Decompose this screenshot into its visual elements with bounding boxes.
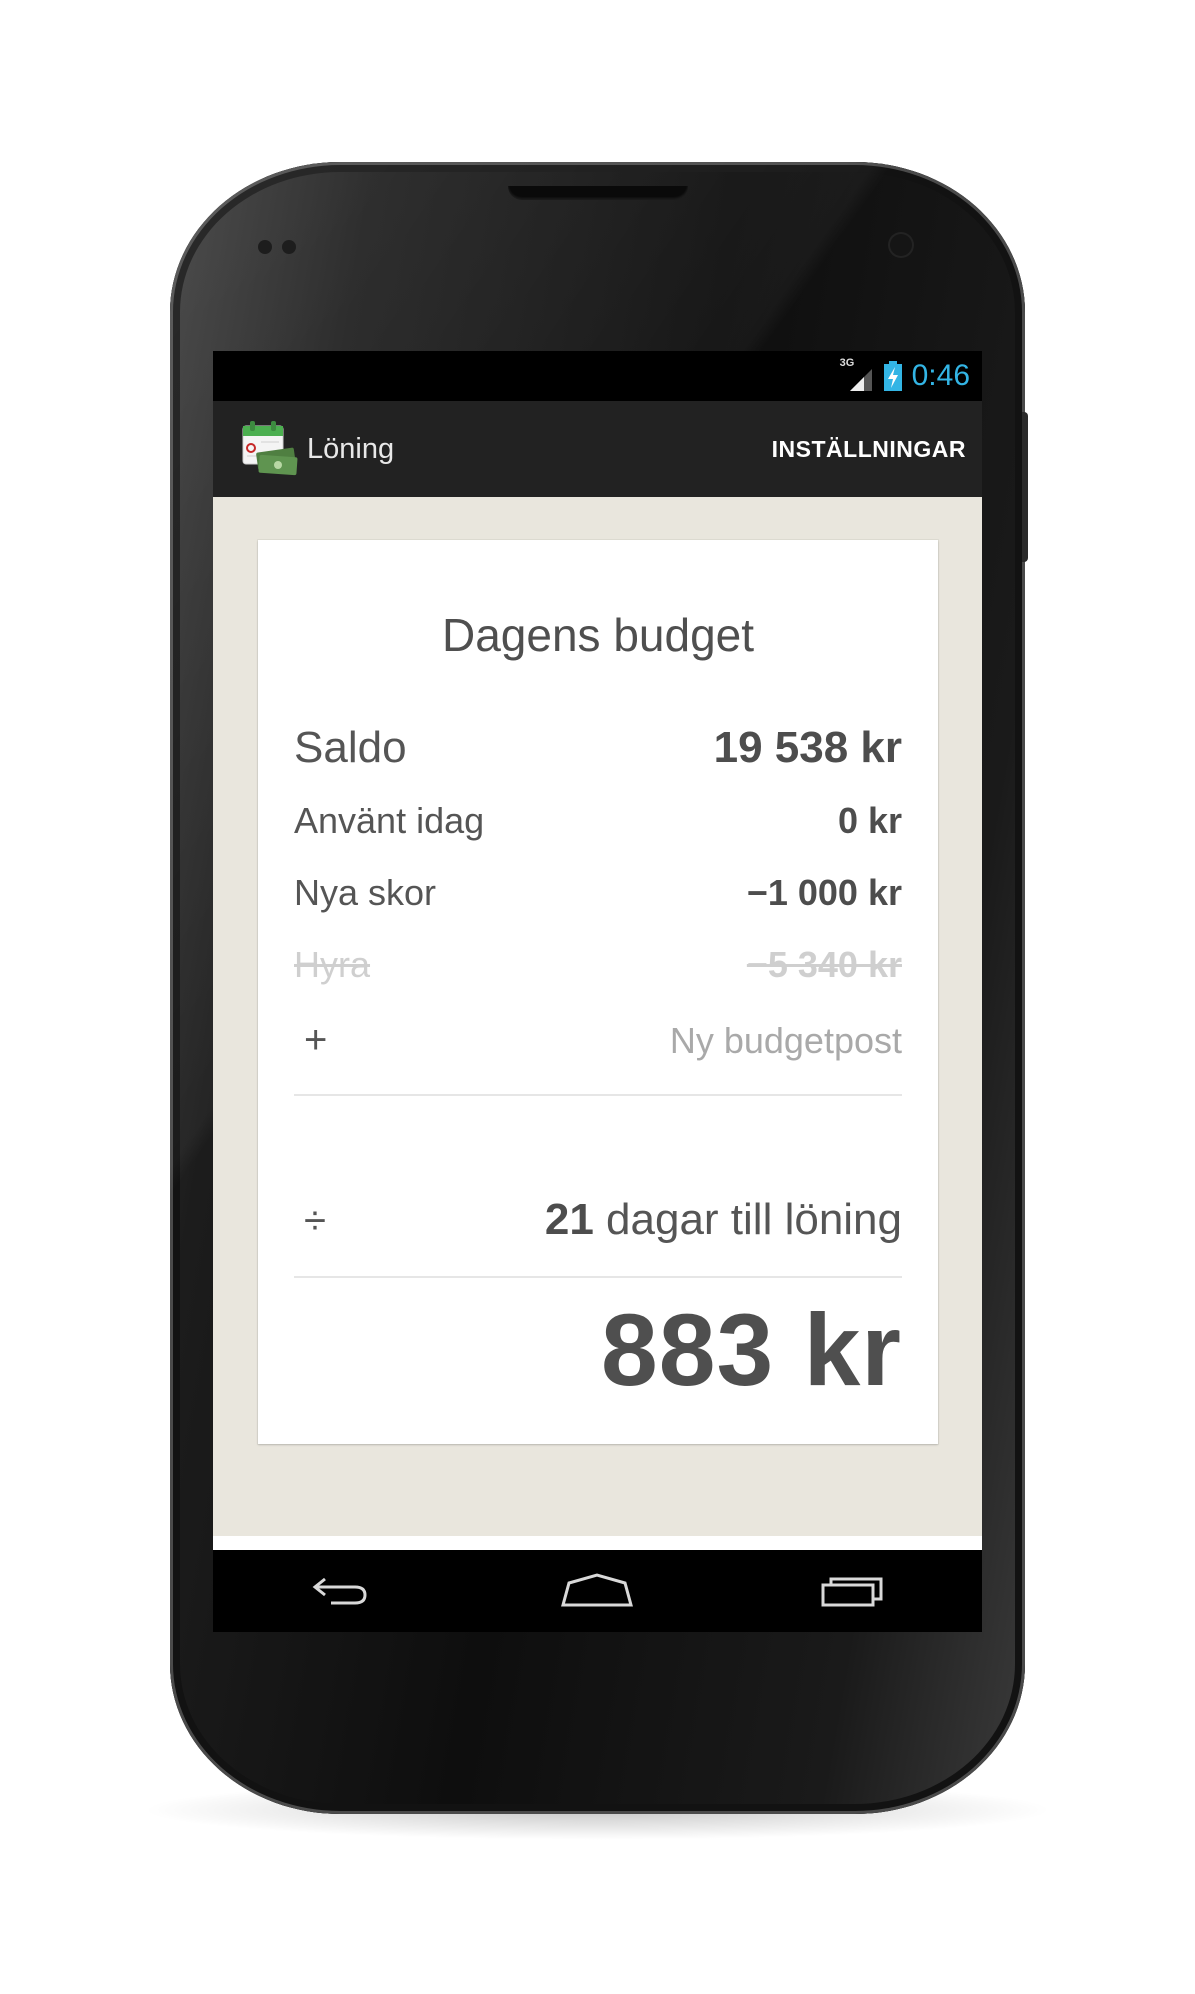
days-label: dagar till löning <box>606 1195 902 1244</box>
daily-budget-amount: 883 kr <box>601 1293 902 1407</box>
screen: 3G 0:46 Löning INSTÄLLNINGAR Dagens budg… <box>213 351 982 1632</box>
budget-item-amount: 0 kr <box>837 800 902 841</box>
balance-amount: 19 538 kr <box>713 723 902 772</box>
budget-item-amount: −5 340 kr <box>746 944 902 985</box>
light-sensor <box>282 240 296 254</box>
budget-item-row[interactable]: Använt idag 0 kr <box>294 800 902 842</box>
budget-item-amount: −1 000 kr <box>746 872 902 913</box>
power-button <box>1022 412 1028 562</box>
budget-item-row[interactable]: Nya skor −1 000 kr <box>294 872 902 914</box>
app-calendar-money-icon[interactable] <box>239 418 301 480</box>
new-budget-item-label: Ny budgetpost <box>669 1020 902 1061</box>
signal-icon: 3G <box>840 357 874 393</box>
budget-item-row-struck[interactable]: Hyra −5 340 kr <box>294 944 902 986</box>
recent-apps-button[interactable] <box>809 1561 899 1621</box>
earpiece-speaker <box>508 186 688 200</box>
content-area: Dagens budget Saldo 19 538 kr Använt ida… <box>213 497 982 1536</box>
status-icons: 3G 0:46 <box>840 357 970 395</box>
divide-icon: ÷ <box>304 1199 326 1243</box>
navigation-bar <box>213 1550 982 1632</box>
new-budget-item-button[interactable]: + Ny budgetpost <box>294 1020 902 1062</box>
divider <box>294 1094 902 1096</box>
back-button[interactable] <box>296 1561 386 1621</box>
home-icon <box>561 1573 634 1607</box>
home-button[interactable] <box>552 1561 642 1621</box>
recent-apps-icon <box>821 1577 883 1607</box>
content-bottom-edge <box>213 1536 982 1550</box>
clock: 0:46 <box>911 359 970 392</box>
balance-row: Saldo 19 538 kr <box>294 723 902 773</box>
days-count: 21 <box>544 1195 594 1244</box>
plus-icon: + <box>304 1018 328 1062</box>
divider <box>294 1276 902 1278</box>
card-title: Dagens budget <box>441 609 755 661</box>
status-bar: 3G 0:46 <box>213 351 982 401</box>
back-icon <box>312 1577 367 1605</box>
budget-card: Dagens budget Saldo 19 538 kr Använt ida… <box>258 540 938 1444</box>
settings-button[interactable]: INSTÄLLNINGAR <box>772 418 966 481</box>
budget-item-label: Nya skor <box>294 872 437 913</box>
days-until-payday-row: ÷ 21 dagar till löning <box>294 1195 902 1245</box>
budget-item-label: Hyra <box>294 944 371 985</box>
battery-charging-icon <box>883 361 902 391</box>
budget-item-label: Använt idag <box>294 800 485 841</box>
action-bar: Löning INSTÄLLNINGAR <box>213 401 982 497</box>
proximity-sensor <box>258 240 272 254</box>
balance-label: Saldo <box>294 723 407 772</box>
days-until-payday: 21 dagar till löning <box>545 1195 902 1245</box>
front-camera <box>890 234 912 256</box>
app-title: Löning <box>307 432 395 465</box>
